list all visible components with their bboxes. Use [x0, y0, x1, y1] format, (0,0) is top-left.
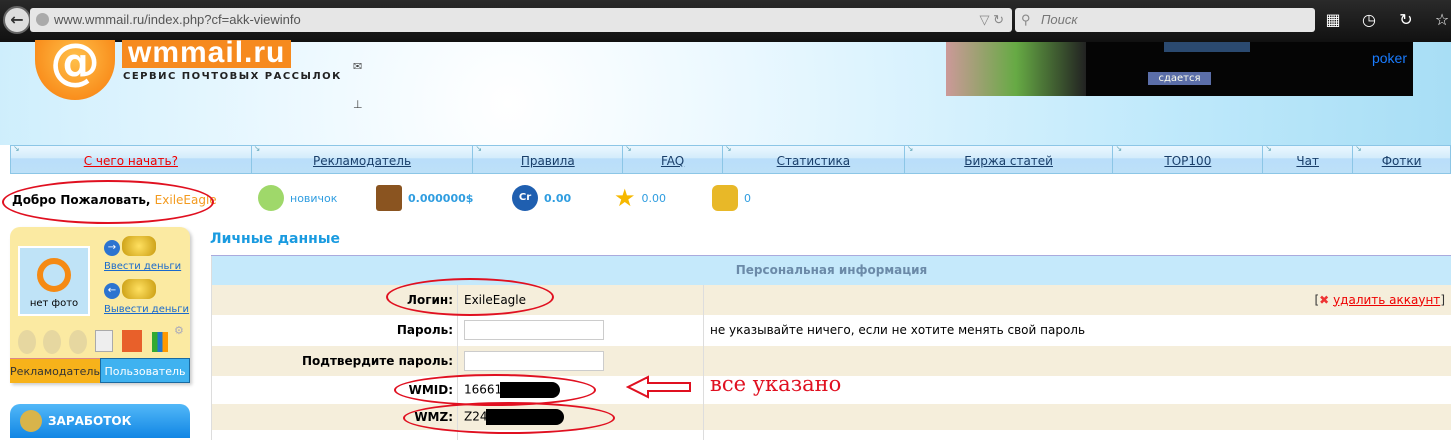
- firewall-icon[interactable]: [122, 330, 142, 352]
- credits-stat: Cr 0.00: [512, 183, 571, 213]
- annotation-note: все указано: [710, 372, 841, 396]
- nav-statistics[interactable]: Статистика: [723, 146, 905, 173]
- ad-banner[interactable]: poker: [946, 42, 1413, 96]
- url-text: www.wmmail.ru/index.php?cf=akk-viewinfo: [54, 12, 301, 27]
- globe-icon: [36, 13, 49, 26]
- password-label: Пароль:: [212, 315, 458, 346]
- rating-stat: ★ 0.00: [614, 183, 666, 213]
- annotation-ellipse: [386, 278, 554, 316]
- page-title: Личные данные: [210, 231, 340, 247]
- coins-icon: [122, 279, 156, 299]
- annotation-arrow-icon: [626, 375, 692, 399]
- delete-account-cell: [✖ удалить аккаунт]: [704, 285, 1451, 315]
- address-bar[interactable]: www.wmmail.ru/index.php?cf=akk-viewinfo ▽…: [30, 8, 1012, 32]
- browser-toolbar: ← www.wmmail.ru/index.php?cf=akk-viewinf…: [0, 0, 1451, 42]
- tab-advertiser[interactable]: Рекламодатель: [10, 358, 100, 383]
- arrow-right-icon: →: [104, 240, 120, 256]
- coins-icon: [712, 185, 738, 211]
- rank-value: новичок: [290, 192, 337, 205]
- back-button[interactable]: ←: [3, 6, 31, 34]
- table-row: Подтвердите пароль:: [212, 346, 1451, 376]
- medal-icon: [18, 330, 36, 354]
- earn-icon: [20, 410, 42, 432]
- annotation-ellipse: [403, 402, 615, 434]
- nav-advertiser[interactable]: Рекламодатель: [252, 146, 474, 173]
- table-header: Персональная информация: [212, 256, 1451, 285]
- deposit-link[interactable]: Ввести деньги: [104, 261, 181, 272]
- notepad-icon[interactable]: [95, 330, 113, 352]
- arrow-left-icon: ←: [104, 283, 120, 299]
- tab-user[interactable]: Пользователь: [100, 358, 190, 383]
- history-icon[interactable]: ◷: [1359, 10, 1379, 30]
- search-input[interactable]: ⚲ Поиск: [1015, 8, 1315, 32]
- gear-icon[interactable]: ⚙: [174, 324, 184, 337]
- nav-chat[interactable]: Чат: [1263, 146, 1353, 173]
- confirm-password-label: Подтвердите пароль:: [212, 346, 458, 376]
- password-input[interactable]: [464, 320, 604, 340]
- nav-faq[interactable]: FAQ: [623, 146, 723, 173]
- coins-value: 0: [744, 192, 751, 205]
- withdraw-link[interactable]: Вывести деньги: [104, 304, 189, 315]
- earn-button[interactable]: ЗАРАБОТОК: [10, 404, 190, 438]
- sync-icon[interactable]: ↻: [1396, 10, 1416, 30]
- rating-value: 0.00: [642, 192, 667, 205]
- logo[interactable]: wmmail.ru: [122, 40, 291, 68]
- chart-icon[interactable]: [152, 332, 168, 352]
- coins-stat: 0: [712, 183, 751, 213]
- medal-icon: [69, 330, 87, 354]
- balance-stat: 0.000000$: [376, 183, 473, 213]
- annotation-ellipse: [2, 180, 214, 224]
- delete-icon: ✖: [1319, 293, 1329, 307]
- user-rank-icon: [258, 185, 284, 211]
- star-icon[interactable]: ☆: [1432, 10, 1451, 30]
- reload-icon[interactable]: ▽ ↻: [979, 8, 1004, 32]
- credits-value: 0.00: [544, 192, 571, 205]
- nav-top100[interactable]: TOP100: [1113, 146, 1263, 173]
- sitemap-icon[interactable]: ⊥: [353, 98, 363, 111]
- main-nav: С чего начать? Рекламодатель Правила FAQ…: [10, 145, 1451, 174]
- mail-icon[interactable]: ✉: [353, 60, 362, 73]
- personal-info-table: Персональная информация Логин:ExileEagle…: [211, 255, 1451, 440]
- table-row: WMZ:Z24: [212, 404, 1451, 430]
- delete-account-link[interactable]: удалить аккаунт: [1333, 293, 1440, 307]
- medal-icon: [43, 330, 61, 354]
- coins-icon: [122, 236, 156, 256]
- logo-subtitle: СЕРВИС ПОЧТОВЫХ РАССЫЛОК: [123, 71, 342, 82]
- confirm-password-input[interactable]: [464, 351, 604, 371]
- star-rating-icon: ★: [614, 184, 636, 212]
- nav-getting-started[interactable]: С чего начать?: [11, 146, 252, 173]
- ad-brand: poker: [1372, 50, 1407, 66]
- table-row: Пароль: не указывайте ничего, если не хот…: [212, 315, 1451, 346]
- treasure-chest-icon: [376, 185, 402, 211]
- avatar[interactable]: нет фото: [18, 246, 90, 316]
- nav-rules[interactable]: Правила: [473, 146, 623, 173]
- password-hint: не указывайте ничего, если не хотите мен…: [704, 315, 1451, 346]
- balance-value: 0.000000$: [408, 192, 473, 205]
- credits-icon: Cr: [512, 185, 538, 211]
- grid-icon[interactable]: ▦: [1323, 10, 1343, 30]
- nav-article-exchange[interactable]: Биржа статей: [905, 146, 1114, 173]
- nav-photos[interactable]: Фотки: [1353, 146, 1450, 173]
- rank-stat: новичок: [258, 183, 337, 213]
- search-placeholder: Поиск: [1041, 12, 1078, 27]
- ad-for-rent-label[interactable]: сдается: [1148, 72, 1211, 85]
- earn-label: ЗАРАБОТОК: [48, 414, 131, 428]
- no-photo-label: нет фото: [30, 298, 78, 309]
- search-icon: ⚲: [1021, 8, 1031, 32]
